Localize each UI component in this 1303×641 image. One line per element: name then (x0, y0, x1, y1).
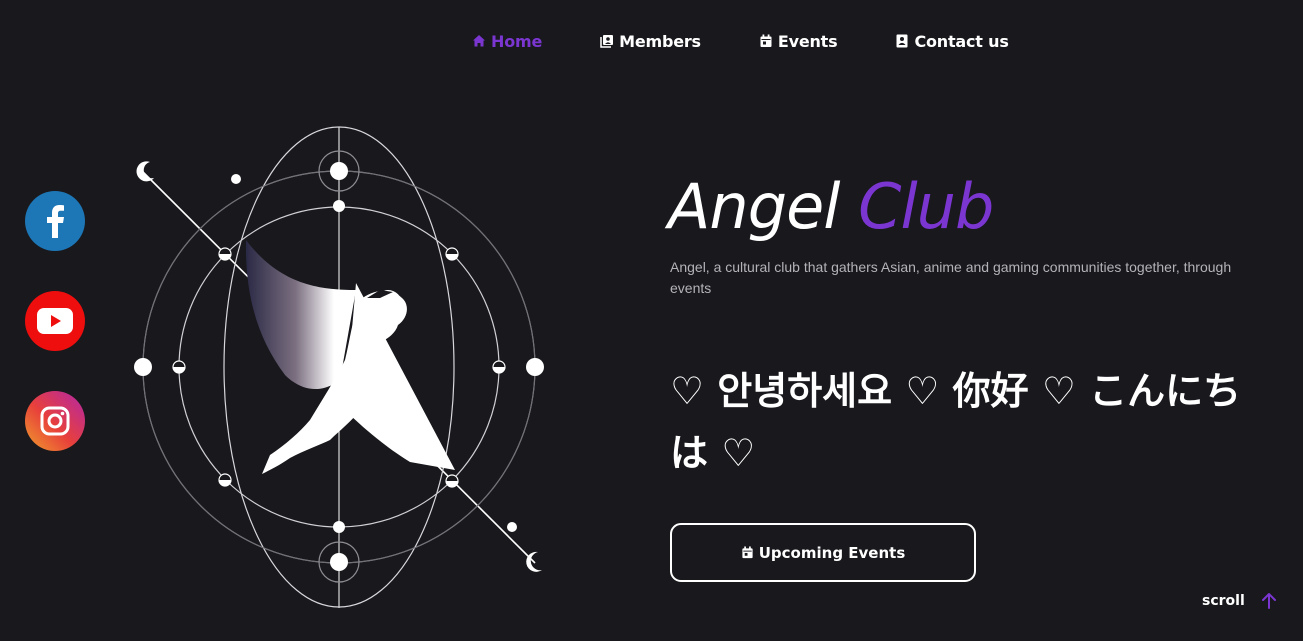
hero-greeting: ♡ 안녕하세요 ♡ 你好 ♡ こんにちは ♡ (670, 369, 1242, 475)
angel-emblem-illustration (134, 126, 544, 608)
calendar-icon (742, 546, 753, 559)
nav-item-contact[interactable]: Contact us (895, 28, 1009, 54)
calendar-icon (760, 34, 772, 47)
instagram-icon (40, 406, 70, 436)
home-icon (473, 35, 485, 47)
nav-item-label: Contact us (914, 31, 1009, 51)
nav-item-home[interactable]: Home (472, 28, 542, 54)
arrow-up-icon (1261, 593, 1276, 609)
nav-item-members[interactable]: Members (600, 28, 701, 54)
page: Home Members Events Contact us Angel Clu… (0, 0, 1303, 641)
youtube-icon (37, 308, 73, 334)
scroll-button[interactable]: scroll (1202, 592, 1277, 610)
hero-title: Angel Club (668, 166, 994, 248)
nav-item-events[interactable]: Events (759, 28, 838, 54)
facebook-icon (47, 205, 64, 238)
instagram-button[interactable] (25, 391, 85, 451)
upcoming-events-button[interactable]: Upcoming Events (670, 523, 976, 582)
members-icon (600, 35, 614, 48)
nav-item-label: Members (619, 31, 701, 51)
hero-description: Angel, a cultural club that gathers Asia… (670, 259, 1232, 296)
upcoming-events-label: Upcoming Events (758, 543, 906, 562)
nav-item-label: Home (491, 31, 543, 51)
contact-card-icon (896, 34, 908, 48)
main-nav: Home Members Events Contact us (472, 28, 1067, 54)
youtube-button[interactable] (25, 291, 85, 351)
hero-title-word-2: Club (858, 170, 994, 243)
hero-title-word-1: Angel (668, 170, 840, 243)
nav-item-label: Events (777, 31, 838, 51)
scroll-label: scroll (1202, 593, 1245, 609)
facebook-button[interactable] (25, 191, 85, 251)
